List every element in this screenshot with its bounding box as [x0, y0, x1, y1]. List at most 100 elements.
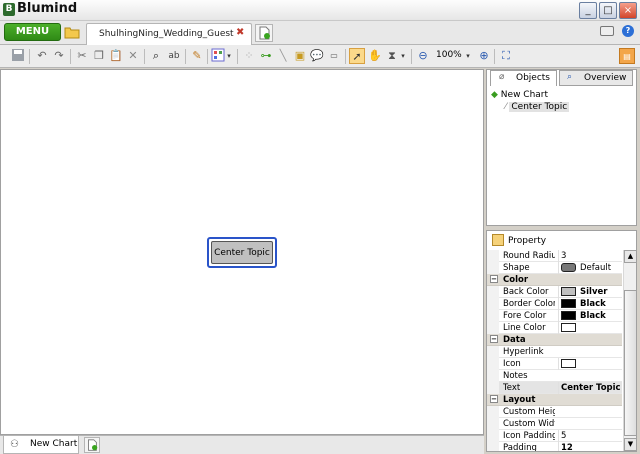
- close-button[interactable]: ×: [619, 2, 637, 19]
- row-gutter: [487, 370, 499, 382]
- property-name: Hyperlink: [503, 347, 544, 357]
- property-value[interactable]: Black: [558, 298, 622, 310]
- timer-icon[interactable]: ⧗: [384, 48, 400, 64]
- row-gutter: [487, 418, 499, 430]
- tree-item-center-topic[interactable]: ⁄ Center Topic: [491, 101, 570, 113]
- overview-icon: ⌕: [567, 72, 573, 82]
- property-value-text: Default: [580, 263, 612, 273]
- maximize-button[interactable]: □: [599, 2, 617, 19]
- property-row[interactable]: Icon Padding 5: [487, 430, 622, 442]
- property-category[interactable]: − Layout: [487, 394, 622, 406]
- open-folder-icon[interactable]: [64, 24, 80, 40]
- app-logo-icon: B: [3, 3, 15, 16]
- color-swatch: [561, 287, 576, 296]
- tab-close-icon[interactable]: ✖: [236, 27, 244, 38]
- property-row[interactable]: Shape Default: [487, 262, 622, 274]
- scroll-thumb[interactable]: [624, 290, 637, 436]
- paste-icon[interactable]: 📋: [108, 48, 124, 64]
- hand-icon[interactable]: ✋: [367, 48, 383, 64]
- link-icon[interactable]: ⊶: [258, 48, 274, 64]
- find-icon[interactable]: ⌕: [148, 48, 164, 64]
- property-value[interactable]: 5: [558, 430, 622, 442]
- shape-icon: [561, 263, 576, 272]
- copy-icon[interactable]: ❐: [91, 48, 107, 64]
- row-gutter: [487, 382, 499, 394]
- center-topic-node[interactable]: Center Topic: [207, 237, 277, 268]
- property-row[interactable]: Notes: [487, 370, 622, 382]
- collapse-icon[interactable]: −: [490, 275, 498, 283]
- property-name: Custom Height: [503, 407, 555, 417]
- property-name: Shape: [503, 263, 530, 273]
- tree-item-root[interactable]: ◆ New Chart: [491, 89, 569, 101]
- select-icon[interactable]: ➚: [349, 48, 365, 64]
- tab-new-chart[interactable]: ⚇ New Chart: [3, 436, 79, 454]
- property-value[interactable]: 12: [558, 442, 622, 451]
- save-icon[interactable]: [10, 48, 26, 64]
- app-title: Blumind: [17, 1, 78, 16]
- property-name: Line Color: [503, 323, 546, 333]
- menu-button[interactable]: MENU: [4, 23, 61, 41]
- delete-icon[interactable]: ✕: [125, 48, 141, 64]
- property-name: Icon: [503, 359, 521, 369]
- property-row[interactable]: Text Center Topic: [487, 382, 622, 394]
- zoom-dropdown-icon[interactable]: ▾: [464, 48, 472, 64]
- tab-objects[interactable]: ⌀ Objects: [490, 70, 557, 86]
- redo-icon[interactable]: ↷: [51, 48, 67, 64]
- scroll-up-icon[interactable]: ▲: [624, 250, 637, 263]
- collapse-icon[interactable]: −: [490, 335, 498, 343]
- zoom-level[interactable]: 100%: [436, 50, 462, 60]
- format-painter-icon[interactable]: ✎: [189, 48, 205, 64]
- property-row[interactable]: Custom Width: [487, 418, 622, 430]
- layout-dropdown-icon[interactable]: ▾: [225, 48, 233, 64]
- panel-toggle-icon[interactable]: ▤: [619, 48, 635, 64]
- property-row[interactable]: Padding 12: [487, 442, 622, 451]
- property-value[interactable]: 3: [558, 250, 622, 262]
- tab-overview[interactable]: ⌕ Overview: [559, 70, 633, 86]
- property-row[interactable]: Custom Height: [487, 406, 622, 418]
- line-icon[interactable]: ╲: [275, 48, 291, 64]
- new-document-button[interactable]: [255, 24, 273, 42]
- tree-child-label: Center Topic: [509, 102, 570, 112]
- minimize-button[interactable]: _: [579, 2, 597, 19]
- property-category[interactable]: − Color: [487, 274, 622, 286]
- add-topic-icon[interactable]: ⁘: [241, 48, 257, 64]
- property-value[interactable]: Silver: [558, 286, 622, 298]
- layout-icon[interactable]: [210, 48, 226, 64]
- replace-icon[interactable]: ab: [166, 48, 182, 64]
- cut-icon[interactable]: ✂: [74, 48, 90, 64]
- tab-wedding-guest[interactable]: ShulhingNing_Wedding_Guest ✖: [86, 23, 252, 45]
- property-row[interactable]: Round Radius 3: [487, 250, 622, 262]
- toolbar-separator: [70, 49, 71, 64]
- tree-root-label: New Chart: [500, 90, 549, 100]
- collapse-icon[interactable]: −: [490, 395, 498, 403]
- property-row[interactable]: Line Color: [487, 322, 622, 334]
- add-chart-button[interactable]: [84, 437, 100, 453]
- row-gutter: [487, 250, 499, 262]
- property-row[interactable]: Icon: [487, 358, 622, 370]
- property-row[interactable]: Hyperlink: [487, 346, 622, 358]
- zoom-out-icon[interactable]: ⊖: [415, 48, 431, 64]
- property-value[interactable]: Default: [558, 262, 622, 274]
- help-icon[interactable]: ?: [622, 25, 634, 37]
- note-icon[interactable]: ▣: [292, 48, 308, 64]
- undo-icon[interactable]: ↶: [34, 48, 50, 64]
- zoom-in-icon[interactable]: ⊕: [476, 48, 492, 64]
- property-value[interactable]: Center Topic: [558, 382, 622, 394]
- property-row[interactable]: Fore Color Black: [487, 310, 622, 322]
- options-icon[interactable]: [600, 26, 614, 36]
- timer-dropdown-icon[interactable]: ▾: [399, 48, 407, 64]
- property-scrollbar[interactable]: ▲ ▼: [623, 250, 637, 451]
- row-gutter: [487, 346, 499, 358]
- property-row[interactable]: Back Color Silver: [487, 286, 622, 298]
- property-row[interactable]: Border Color Black: [487, 298, 622, 310]
- callout-icon[interactable]: 💬: [309, 48, 325, 64]
- property-value[interactable]: [558, 358, 622, 370]
- chart-canvas[interactable]: Center Topic: [0, 69, 484, 435]
- scroll-down-icon[interactable]: ▼: [624, 438, 637, 451]
- fit-icon[interactable]: ⛶: [498, 48, 514, 64]
- label-icon[interactable]: ▭: [326, 48, 342, 64]
- property-value[interactable]: Black: [558, 310, 622, 322]
- property-value[interactable]: [558, 322, 622, 334]
- property-category[interactable]: − Data: [487, 334, 622, 346]
- property-grid[interactable]: Round Radius3Shape Default−ColorBack Colo…: [487, 250, 622, 451]
